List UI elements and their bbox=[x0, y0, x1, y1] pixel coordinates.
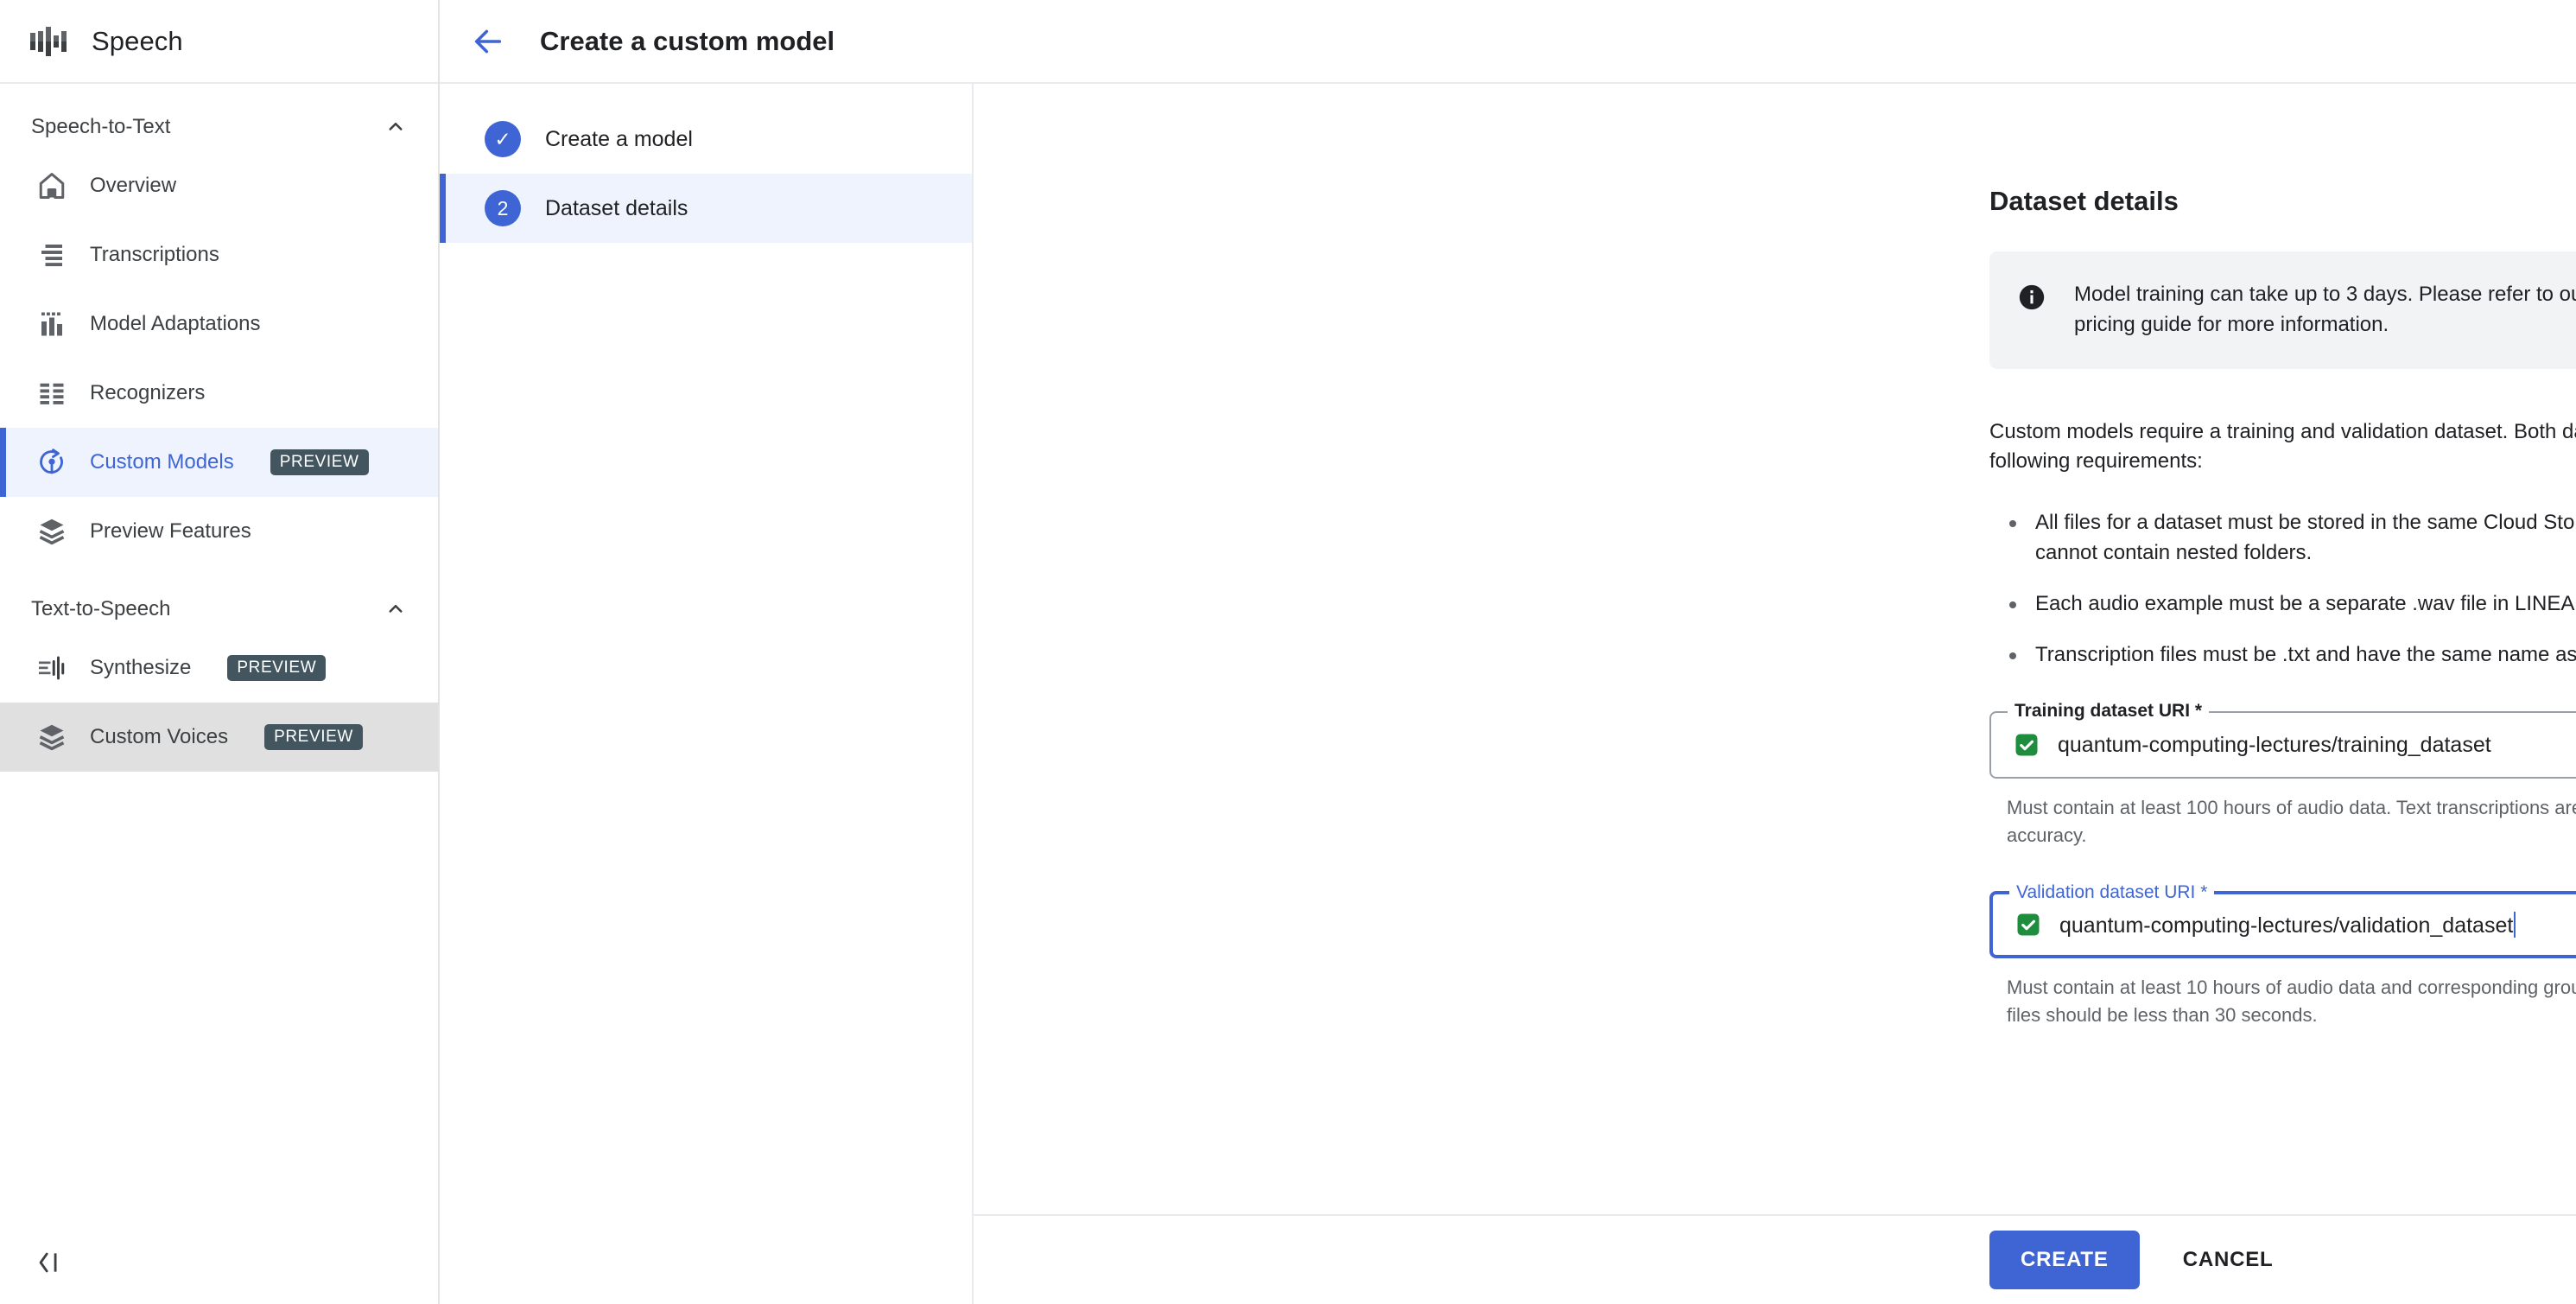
sidebar-item-label: Preview Features bbox=[90, 519, 251, 543]
brand-title: Speech bbox=[92, 25, 183, 56]
speech-waveform-icon bbox=[29, 24, 69, 59]
list-item: Transcription files must be .txt and hav… bbox=[2005, 640, 2576, 671]
dataset-details-panel: Dataset details Model training can take … bbox=[1989, 186, 2576, 1052]
training-dataset-uri-label: Training dataset URI * bbox=[2008, 701, 2210, 722]
body-split: ✓ Create a model 2 Dataset details Datas… bbox=[440, 84, 2576, 1304]
step-create-a-model[interactable]: ✓ Create a model bbox=[440, 105, 972, 174]
sidebar-item-label: Custom Voices bbox=[90, 725, 229, 748]
status-badge: PREVIEW bbox=[264, 724, 363, 750]
step-number-badge: 2 bbox=[485, 190, 521, 226]
sidebar-item-recognizers[interactable]: Recognizers bbox=[0, 359, 438, 428]
synthesize-waveform-icon bbox=[36, 652, 67, 684]
sidebar-header: Speech bbox=[0, 0, 438, 84]
nav-group-speech-to-text[interactable]: Speech-to-Text bbox=[0, 103, 438, 151]
page-title: Create a custom model bbox=[540, 25, 835, 56]
step-complete-check-icon: ✓ bbox=[485, 121, 521, 157]
text-cursor bbox=[2514, 911, 2516, 938]
sidebar-item-label: Overview bbox=[90, 174, 177, 197]
cancel-button[interactable]: CANCEL bbox=[2160, 1231, 2296, 1289]
info-icon bbox=[2017, 280, 2046, 312]
validation-dataset-uri-input[interactable]: Validation dataset URI * quantum-computi… bbox=[1989, 882, 2576, 959]
green-check-icon bbox=[2014, 732, 2058, 758]
create-button[interactable]: CREATE bbox=[1989, 1231, 2140, 1289]
content-scroll: Dataset details Model training can take … bbox=[974, 84, 2576, 1214]
sidebar-item-label: Model Adaptations bbox=[90, 312, 261, 335]
validation-dataset-uri-text: quantum-computing-lectures/validation_da… bbox=[2059, 913, 2514, 938]
home-icon bbox=[36, 170, 67, 201]
step-dataset-details[interactable]: 2 Dataset details bbox=[440, 174, 972, 243]
back-arrow-icon[interactable] bbox=[471, 24, 505, 59]
training-dataset-field-block: Training dataset URI * quantum-computing… bbox=[1989, 701, 2576, 849]
sidebar-item-label: Synthesize bbox=[90, 656, 192, 679]
custom-model-icon bbox=[36, 447, 67, 478]
chevron-up-icon[interactable] bbox=[383, 596, 409, 622]
layers-icon bbox=[36, 722, 67, 753]
sidebar-nav: Speech-to-Text Overview Transcriptions M… bbox=[0, 84, 438, 1221]
layers-icon bbox=[36, 516, 67, 547]
list-item: Each audio example must be a separate .w… bbox=[2005, 589, 2576, 620]
section-title: Dataset details bbox=[1989, 186, 2179, 216]
sidebar-item-label: Custom Models bbox=[90, 450, 234, 474]
training-dataset-uri-value: quantum-computing-lectures/training_data… bbox=[2058, 732, 2491, 757]
nav-group-text-to-speech[interactable]: Text-to-Speech bbox=[0, 585, 438, 633]
validation-dataset-uri-value: quantum-computing-lectures/validation_da… bbox=[2059, 911, 2576, 938]
app-root: Speech Speech-to-Text Overview Transcrip… bbox=[0, 0, 2576, 1304]
sidebar-item-transcriptions[interactable]: Transcriptions bbox=[0, 220, 438, 289]
validation-dataset-helper-text: Must contain at least 10 hours of audio … bbox=[2007, 976, 2576, 1027]
sidebar-item-label: Transcriptions bbox=[90, 243, 219, 266]
sidebar-item-label: Recognizers bbox=[90, 381, 206, 404]
training-dataset-helper-text: Must contain at least 100 hours of audio… bbox=[2007, 797, 2576, 847]
sidebar-item-preview-features[interactable]: Preview Features bbox=[0, 497, 438, 566]
validation-dataset-field-block: Validation dataset URI * quantum-computi… bbox=[1989, 882, 2576, 1029]
form-footer: CREATE CANCEL bbox=[974, 1214, 2576, 1304]
main-area: Create a custom model ✓ Create a model 2… bbox=[440, 0, 2576, 1304]
step-label: Dataset details bbox=[545, 195, 688, 220]
collapse-panel-icon[interactable] bbox=[35, 1248, 64, 1277]
content-wrap: Dataset details Model training can take … bbox=[974, 84, 2576, 1304]
nav-group-title: Text-to-Speech bbox=[31, 597, 171, 620]
sidebar-item-synthesize[interactable]: Synthesize PREVIEW bbox=[0, 633, 438, 703]
list-item: All files for a dataset must be stored i… bbox=[2005, 508, 2576, 569]
transcription-list-icon bbox=[36, 239, 67, 270]
topbar: Create a custom model bbox=[440, 0, 2576, 84]
step-label: Create a model bbox=[545, 126, 693, 151]
stepper: ✓ Create a model 2 Dataset details bbox=[440, 84, 974, 1304]
nav-group-title: Speech-to-Text bbox=[31, 115, 171, 138]
sidebar-item-model-adaptations[interactable]: Model Adaptations bbox=[0, 289, 438, 359]
chevron-up-icon[interactable] bbox=[383, 114, 409, 140]
bar-chart-icon bbox=[36, 309, 67, 340]
training-dataset-uri-input[interactable]: Training dataset URI * quantum-computing… bbox=[1989, 701, 2576, 779]
green-check-icon bbox=[2015, 912, 2059, 938]
intro-text: Custom models require a training and val… bbox=[1989, 419, 2576, 474]
info-banner: Model training can take up to 3 days. Pl… bbox=[1989, 251, 2576, 369]
sidebar-footer bbox=[0, 1221, 438, 1304]
list-blocks-icon bbox=[36, 378, 67, 409]
sidebar: Speech Speech-to-Text Overview Transcrip… bbox=[0, 0, 440, 1304]
validation-dataset-uri-label: Validation dataset URI * bbox=[2009, 882, 2215, 904]
sidebar-item-custom-models[interactable]: Custom Models PREVIEW bbox=[0, 428, 438, 497]
info-banner-text: Model training can take up to 3 days. Pl… bbox=[2074, 283, 2576, 336]
status-badge: PREVIEW bbox=[270, 449, 369, 475]
status-badge: PREVIEW bbox=[227, 655, 327, 681]
sidebar-item-overview[interactable]: Overview bbox=[0, 151, 438, 220]
sidebar-item-custom-voices[interactable]: Custom Voices PREVIEW bbox=[0, 703, 438, 772]
requirements-list: All files for a dataset must be stored i… bbox=[1989, 508, 2576, 670]
